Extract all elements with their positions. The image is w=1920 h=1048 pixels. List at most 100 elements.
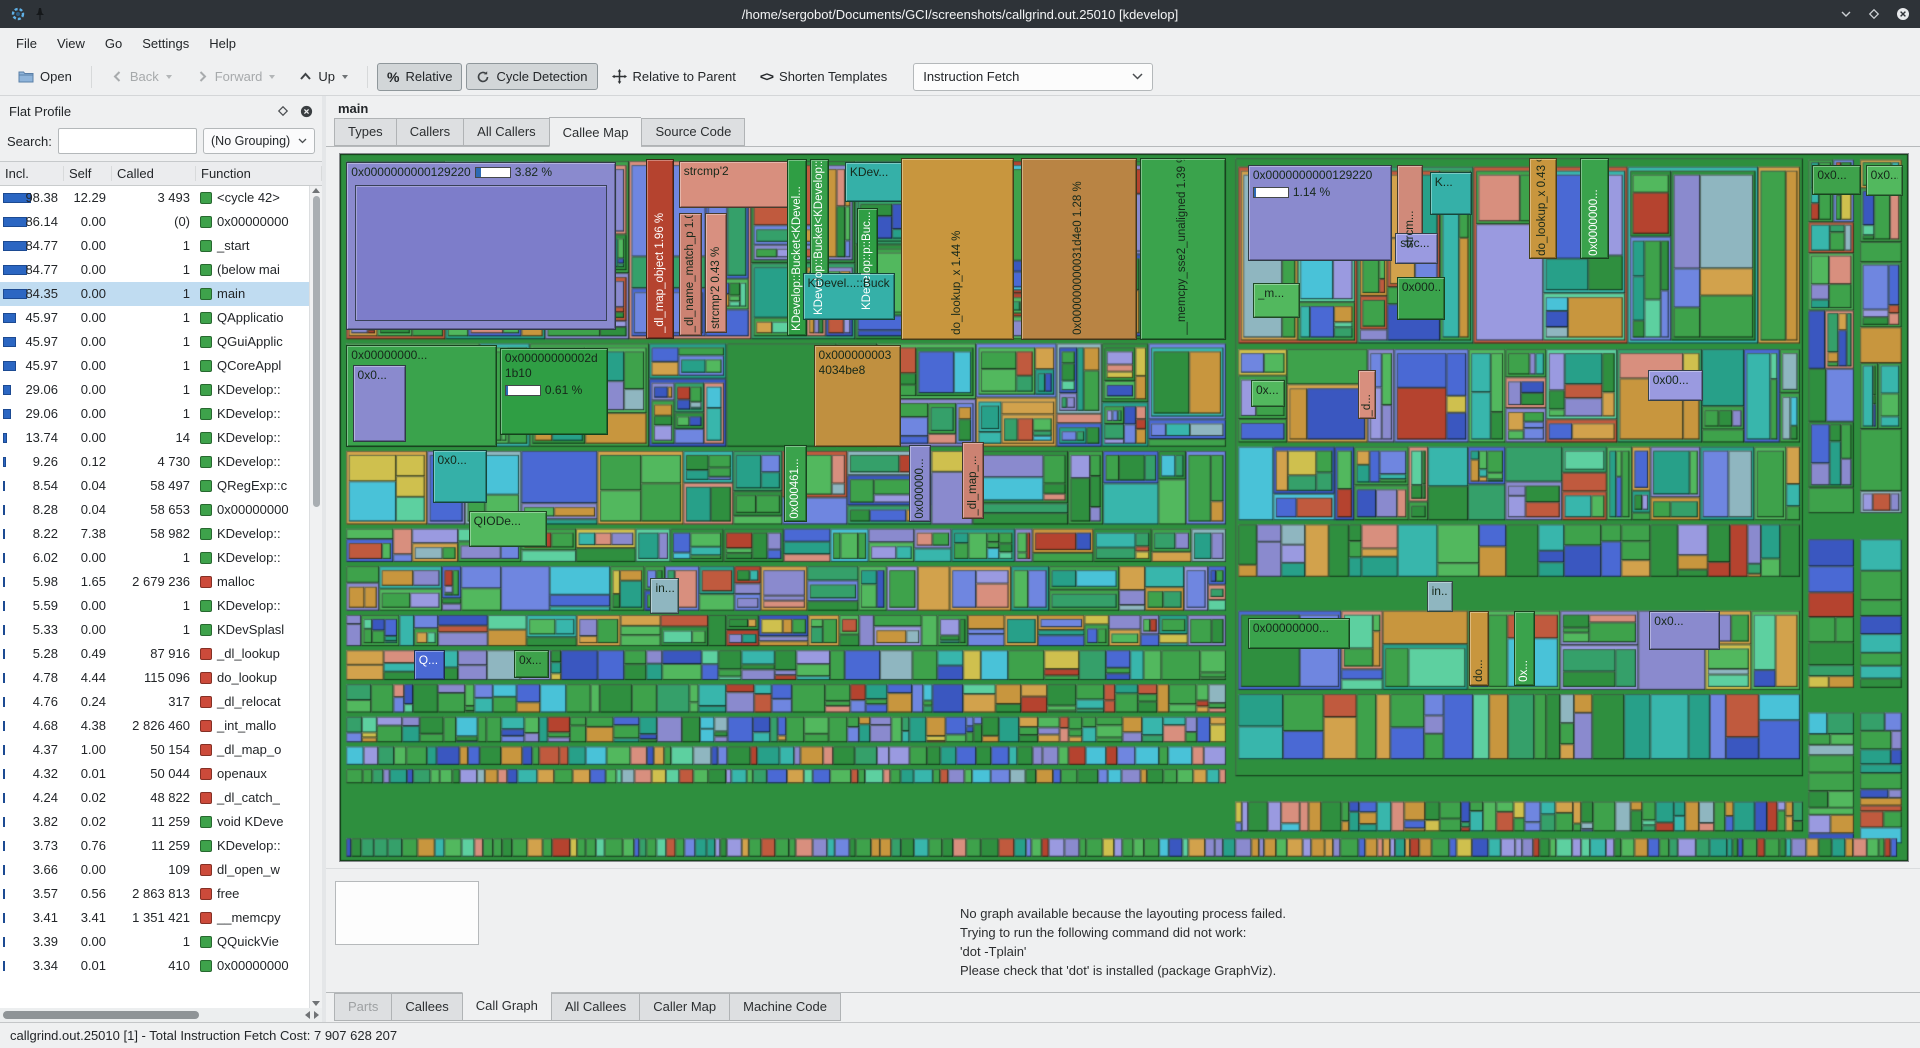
table-row[interactable]: 4.320.0150 044openaux: [0, 762, 322, 786]
grouping-select[interactable]: (No Grouping): [203, 128, 315, 154]
treemap-cell[interactable]: strcmp'2 0.43 %: [705, 213, 727, 333]
table-row[interactable]: 8.540.0458 497QRegExp::c: [0, 474, 322, 498]
table-row[interactable]: 3.660.00109dl_open_w: [0, 858, 322, 882]
treemap-cell[interactable]: 0x0000000034034be8: [814, 345, 902, 447]
table-row[interactable]: 45.970.001QCoreAppl: [0, 354, 322, 378]
scroll-right-arrow[interactable]: [314, 1011, 319, 1019]
table-row[interactable]: 98.3812.293 493<cycle 42>: [0, 186, 322, 210]
treemap-cell[interactable]: 0x000000000031d4e0 1.28 %: [1021, 158, 1137, 340]
maximize-icon[interactable]: [1868, 8, 1880, 20]
table-row[interactable]: 3.340.014100x00000000: [0, 954, 322, 978]
treemap-cell[interactable]: 0x...: [1251, 380, 1285, 408]
table-row[interactable]: 3.413.411 351 421__memcpy: [0, 906, 322, 930]
menu-file[interactable]: File: [6, 30, 47, 57]
scrollbar-handle[interactable]: [3, 1011, 199, 1019]
table-row[interactable]: 84.350.001main: [0, 282, 322, 306]
menu-settings[interactable]: Settings: [132, 30, 199, 57]
table-row[interactable]: 84.770.001(below mai: [0, 258, 322, 282]
close-icon[interactable]: [1896, 7, 1910, 21]
close-panel-icon[interactable]: [300, 105, 313, 118]
scroll-up-arrow[interactable]: [312, 188, 320, 193]
treemap-cell[interactable]: in...: [650, 578, 678, 613]
cycle-detection-toggle[interactable]: Cycle Detection: [466, 63, 597, 90]
treemap-cell[interactable]: 0x000000...: [909, 445, 931, 522]
scroll-down-arrow[interactable]: [312, 1001, 320, 1006]
treemap-cell[interactable]: strcmp'2: [679, 161, 798, 208]
treemap-cell[interactable]: 0x00...: [1648, 370, 1703, 401]
table-row[interactable]: 86.140.00(0)0x00000000: [0, 210, 322, 234]
table-row[interactable]: 45.970.001QApplicatio: [0, 306, 322, 330]
treemap-cell[interactable]: _dl_name_match_p 1.04 %: [679, 213, 703, 337]
column-function[interactable]: Function: [196, 166, 322, 181]
table-row[interactable]: 5.590.001KDevelop::: [0, 594, 322, 618]
treemap-cell[interactable]: K...: [1430, 172, 1472, 215]
table-row[interactable]: 5.330.001KDevSplasl: [0, 618, 322, 642]
tab-callee-map[interactable]: Callee Map: [549, 117, 642, 147]
treemap-cell[interactable]: Q...: [414, 650, 445, 680]
treemap-cell[interactable]: 0x00000000002d1b100.61 %: [500, 348, 608, 435]
tab-all-callees[interactable]: All Callees: [551, 993, 639, 1021]
table-row[interactable]: 29.060.001KDevelop::: [0, 378, 322, 402]
treemap-cell[interactable]: __memcpy_sse2_unaligned 1.39 %: [1140, 158, 1226, 340]
treemap-cell[interactable]: 0x...: [514, 650, 548, 678]
table-header[interactable]: Incl. Self Called Function: [0, 162, 322, 186]
table-row[interactable]: 9.260.124 730KDevelop::: [0, 450, 322, 474]
table-row[interactable]: 4.371.0050 154_dl_map_o: [0, 738, 322, 762]
table-row[interactable]: 3.730.7611 259KDevelop::: [0, 834, 322, 858]
tab-callees[interactable]: Callees: [391, 993, 461, 1021]
column-called[interactable]: Called: [112, 166, 196, 181]
table-row[interactable]: 3.820.0211 259void KDeve: [0, 810, 322, 834]
treemap-cell[interactable]: _dl_map_...: [962, 442, 984, 519]
table-row[interactable]: 3.570.562 863 813free: [0, 882, 322, 906]
up-button[interactable]: Up: [289, 63, 358, 90]
treemap-cell[interactable]: 0x0000000...: [1580, 158, 1608, 260]
treemap-cell[interactable]: _dl_map_object 1.96 %: [646, 159, 674, 339]
relative-to-parent-toggle[interactable]: Relative to Parent: [602, 63, 746, 90]
tab-source-code[interactable]: Source Code: [641, 118, 745, 146]
menu-help[interactable]: Help: [199, 30, 246, 57]
treemap-cell[interactable]: 0x0...: [353, 365, 406, 443]
tab-callers[interactable]: Callers: [396, 118, 463, 146]
table-row[interactable]: 45.970.001QGuiApplic: [0, 330, 322, 354]
treemap-cell[interactable]: 0x0...: [1812, 165, 1861, 195]
table-row[interactable]: 4.760.24317_dl_relocat: [0, 690, 322, 714]
table-row[interactable]: 5.981.652 679 236malloc: [0, 570, 322, 594]
treemap-cell[interactable]: 0x00000000001292201.14 %: [1248, 165, 1392, 260]
menu-go[interactable]: Go: [95, 30, 132, 57]
treemap-cell[interactable]: QIODe...: [469, 511, 547, 547]
tab-all-callers[interactable]: All Callers: [463, 118, 549, 146]
table-row[interactable]: 8.280.0458 6530x00000000: [0, 498, 322, 522]
treemap-cell[interactable]: 0x00000000...: [1248, 618, 1350, 649]
menu-view[interactable]: View: [47, 30, 95, 57]
tab-machine-code[interactable]: Machine Code: [729, 993, 841, 1021]
treemap-cell[interactable]: 0x0...: [1866, 165, 1904, 196]
callee-map[interactable]: 0x00000000001292203.82 %_dl_map_object 1…: [339, 153, 1909, 862]
forward-button[interactable]: Forward: [186, 63, 286, 90]
open-button[interactable]: Open: [8, 63, 82, 90]
event-type-select[interactable]: Instruction Fetch: [913, 63, 1153, 91]
pin-icon[interactable]: [34, 7, 46, 21]
tab-types[interactable]: Types: [334, 118, 396, 146]
treemap-cell[interactable]: do_lookup_x 1.44 %: [901, 158, 1014, 340]
treemap-cell[interactable]: 0x0...: [1649, 611, 1720, 650]
table-row[interactable]: 13.740.0014KDevelop::: [0, 426, 322, 450]
table-row[interactable]: 5.280.4987 916_dl_lookup: [0, 642, 322, 666]
treemap-cell[interactable]: KDev...: [845, 162, 906, 202]
shorten-templates-toggle[interactable]: <> Shorten Templates: [750, 63, 897, 90]
tab-caller-map[interactable]: Caller Map: [639, 993, 729, 1021]
float-panel-icon[interactable]: [277, 105, 289, 117]
table-row[interactable]: 6.020.001KDevelop::: [0, 546, 322, 570]
scroll-left-arrow[interactable]: [305, 1011, 310, 1019]
treemap-cell[interactable]: _m...: [1253, 283, 1300, 318]
back-button[interactable]: Back: [101, 63, 182, 90]
vertical-scrollbar[interactable]: [309, 186, 322, 1008]
relative-toggle[interactable]: % Relative: [377, 63, 462, 91]
treemap-cell[interactable]: in...: [1427, 581, 1454, 612]
table-row[interactable]: 84.770.001_start: [0, 234, 322, 258]
search-input[interactable]: [58, 128, 197, 154]
treemap-cell[interactable]: do...: [1469, 611, 1489, 685]
tab-call-graph[interactable]: Call Graph: [462, 992, 551, 1021]
minimize-icon[interactable]: [1840, 8, 1852, 20]
treemap-cell[interactable]: 0x000...: [1397, 277, 1446, 320]
treemap-cell[interactable]: strc...: [1395, 233, 1437, 264]
